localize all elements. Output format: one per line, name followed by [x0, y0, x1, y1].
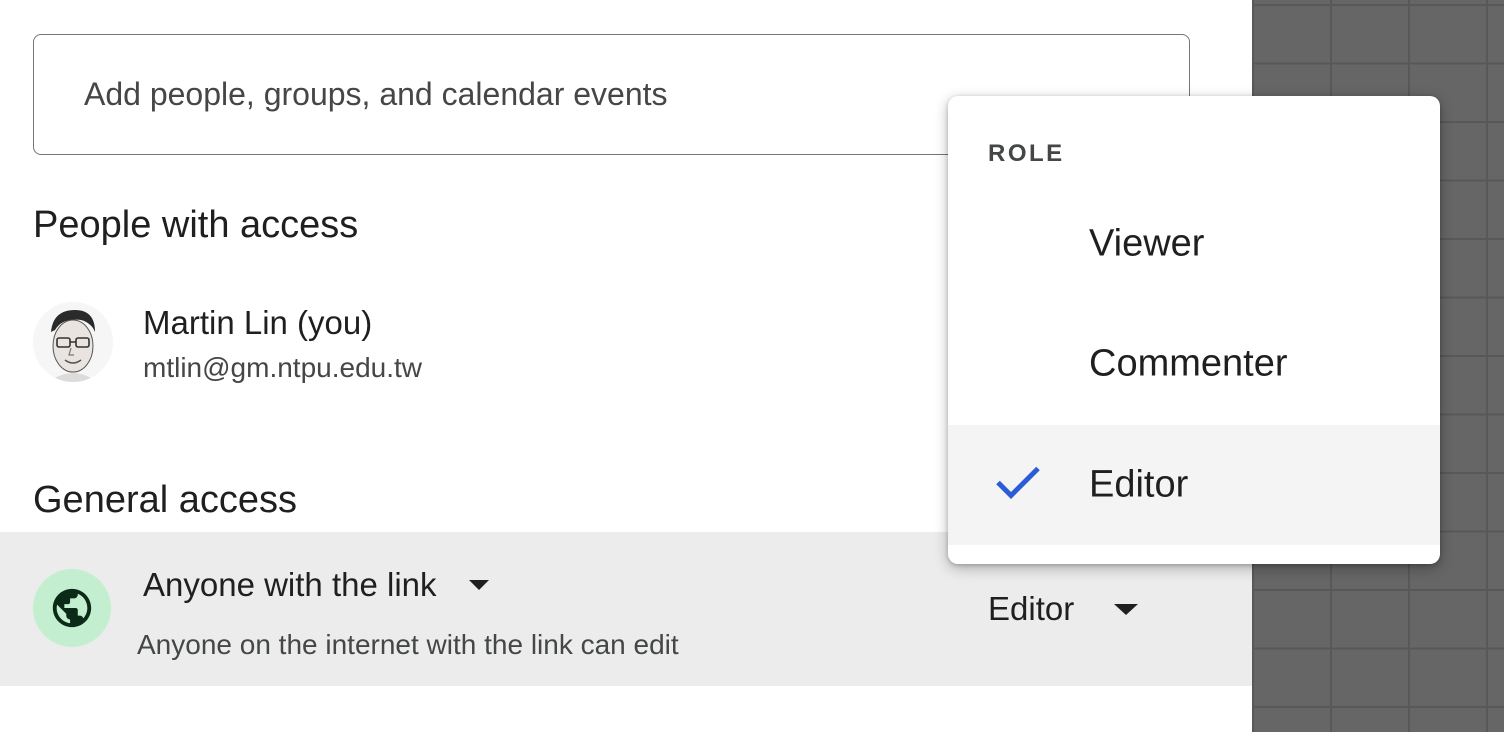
caret-down-icon	[1114, 603, 1139, 615]
avatar-photo	[33, 302, 113, 382]
person-email: mtlin@gm.ntpu.edu.tw	[143, 352, 422, 383]
caret-down-icon	[468, 580, 489, 590]
globe-icon	[33, 569, 111, 647]
role-option-editor[interactable]: Editor	[948, 425, 1440, 545]
general-role-dropdown[interactable]: Editor	[988, 590, 1139, 628]
person-name: Martin Lin (you)	[143, 304, 373, 341]
avatar	[33, 302, 113, 382]
link-access-description: Anyone on the internet with the link can…	[137, 629, 679, 660]
general-access-title: General access	[33, 479, 298, 521]
role-menu: ROLE Viewer Commenter Editor	[948, 96, 1440, 564]
checkmark-icon	[994, 463, 1042, 508]
link-access-dropdown[interactable]: Anyone with the link	[143, 566, 489, 604]
role-option-commenter[interactable]: Commenter	[948, 304, 1440, 424]
role-menu-header: ROLE	[988, 140, 1065, 167]
role-option-label: Editor	[1089, 463, 1189, 506]
general-role-label: Editor	[988, 590, 1075, 627]
link-access-label: Anyone with the link	[143, 566, 437, 603]
people-with-access-title: People with access	[33, 204, 359, 246]
role-option-label: Commenter	[1089, 342, 1288, 385]
role-option-viewer[interactable]: Viewer	[948, 184, 1440, 304]
role-option-label: Viewer	[1089, 222, 1205, 265]
